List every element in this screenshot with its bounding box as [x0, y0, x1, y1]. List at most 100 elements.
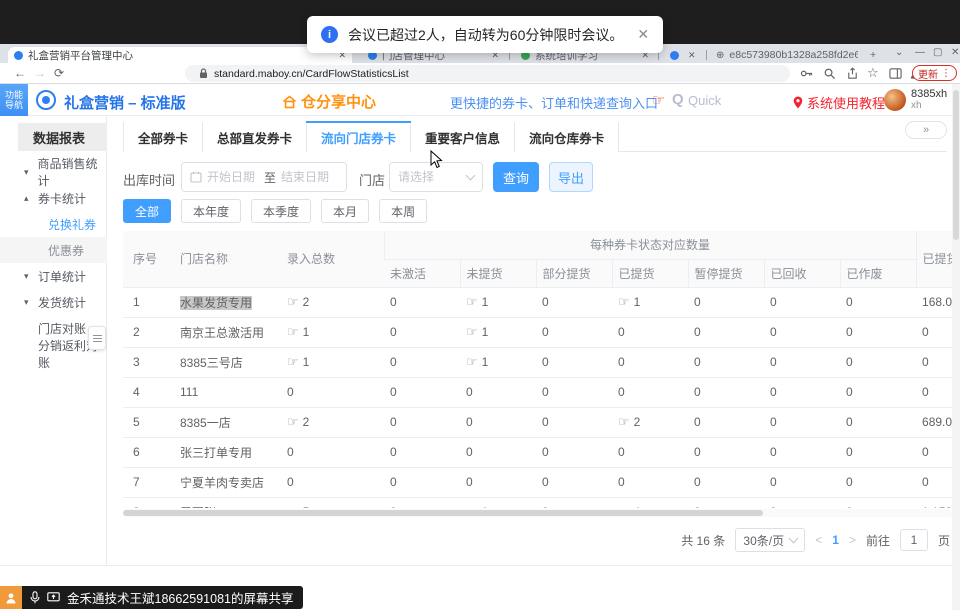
nav-toggle-button[interactable]: 功能 导航 [0, 84, 28, 116]
participant-icon[interactable] [0, 586, 22, 609]
quick-filter-label: 本周 [391, 203, 415, 220]
share-center-link[interactable]: 仓分享中心 [282, 91, 376, 112]
quick-search-icon[interactable]: Q [672, 91, 684, 108]
sidebar-collapse-handle[interactable] [88, 326, 106, 350]
sidebar-item-discount-coupon[interactable]: 优惠券 [0, 237, 107, 263]
screen-share-icon[interactable] [47, 592, 60, 603]
finger-icon[interactable]: ☞ [287, 414, 299, 429]
cell-status: ☞0 [384, 497, 460, 508]
tab-all-cards[interactable]: 全部券卡 [123, 122, 203, 152]
key-icon[interactable] [800, 67, 813, 80]
finger-icon[interactable]: ☞ [287, 294, 299, 309]
browser-update-button[interactable]: 更新 ⋮ [912, 65, 957, 81]
tab-close-icon[interactable]: ✕ [688, 50, 696, 61]
zoom-icon[interactable] [823, 67, 836, 80]
scrollbar-thumb[interactable] [123, 510, 763, 516]
reload-icon[interactable]: ⟳ [54, 66, 64, 80]
share-icon[interactable] [846, 67, 859, 80]
browser-tab[interactable]: ✕ [664, 47, 704, 63]
finger-icon[interactable]: ☞ [466, 324, 478, 339]
export-button[interactable]: 导出 [549, 162, 593, 192]
table-horizontal-scrollbar[interactable] [123, 509, 952, 517]
tab-warehouse-flow-cards[interactable]: 流向仓库券卡 [515, 122, 619, 152]
finger-icon[interactable]: ☞ [466, 504, 478, 508]
cell-status: ☞0 [688, 407, 764, 437]
sidebar-item-shipping-stats[interactable]: ▾ 发货统计 [0, 289, 107, 315]
end-date-input[interactable] [281, 170, 333, 184]
cell-total: ☞0 [281, 377, 384, 407]
chevron-down-icon: ▾ [24, 271, 38, 282]
cell-value: 0 [466, 445, 473, 459]
finger-icon[interactable]: ☞ [287, 504, 299, 508]
quick-search-label[interactable]: Quick [688, 93, 721, 108]
finger-icon[interactable]: ☞ [287, 354, 299, 369]
tutorial-label: 系统使用教程 [807, 93, 885, 112]
back-icon[interactable]: ← [14, 66, 26, 80]
tab-store-flow-cards[interactable]: 流向门店券卡 [307, 122, 411, 152]
cell-value: 0 [466, 415, 473, 429]
forward-icon[interactable]: → [34, 66, 46, 80]
window-maximize-button[interactable]: ▢ [933, 47, 942, 58]
window-minimize-button[interactable]: — [915, 47, 925, 58]
side-panel-icon[interactable] [889, 67, 902, 80]
microphone-icon[interactable] [30, 591, 40, 604]
finger-icon[interactable]: ☞ [466, 294, 478, 309]
next-page-button[interactable]: > [849, 533, 856, 547]
search-button[interactable]: 查询 [493, 162, 539, 192]
panel-collapse-button[interactable]: » [905, 121, 947, 139]
cell-value: 0 [287, 385, 294, 399]
finger-icon[interactable]: ☞ [618, 504, 630, 508]
plus-icon: + [870, 49, 876, 61]
prev-page-button[interactable]: < [815, 533, 822, 547]
quick-filter-all[interactable]: 全部 [123, 199, 171, 223]
user-avatar[interactable] [884, 89, 906, 111]
date-range-picker[interactable]: 至 [181, 162, 347, 192]
cell-status: ☞0 [384, 287, 460, 317]
browser-tab[interactable]: ⊕ e8c573980b1328a258fd2e6f8 ✕ [710, 47, 858, 63]
meeting-toast: i 会议已超过2人，自动转为60分钟限时会议。 ✕ [307, 16, 663, 53]
quick-entry-text[interactable]: 更快捷的券卡、订单和快递查询入口 [450, 93, 658, 112]
bookmark-star-icon[interactable]: ☆ [867, 65, 880, 78]
sidebar-item-product-sales[interactable]: ▾ 商品销售统计 [0, 159, 107, 185]
finger-icon[interactable]: ☞ [287, 324, 299, 339]
scrollbar-thumb[interactable] [953, 90, 959, 240]
page-size-select[interactable]: 30条/页 [735, 528, 805, 552]
url-bar[interactable]: standard.maboy.cn/CardFlowStatisticsList [185, 65, 790, 82]
browser-tab-active[interactable]: 礼盒营销平台管理中心 ✕ [8, 47, 352, 63]
finger-icon[interactable]: ☞ [466, 354, 478, 369]
page-vertical-scrollbar[interactable] [952, 84, 960, 610]
cell-status: ☞0 [612, 347, 688, 377]
finger-icon[interactable]: ☞ [618, 414, 630, 429]
quick-filter-quarter[interactable]: 本季度 [251, 199, 311, 223]
new-tab-button[interactable]: + [864, 47, 882, 63]
tutorial-link[interactable]: 系统使用教程 [793, 93, 885, 112]
cell-value: 1 [482, 355, 489, 369]
quick-filter-week[interactable]: 本周 [379, 199, 427, 223]
goto-page-input[interactable] [900, 529, 928, 551]
sidebar-item-card-stats[interactable]: ▴ 券卡统计 [0, 185, 107, 211]
tab-key-customers[interactable]: 重要客户信息 [411, 122, 515, 152]
page-number[interactable]: 1 [832, 533, 839, 547]
finger-icon[interactable]: ☞ [618, 294, 630, 309]
store-select-input[interactable] [398, 170, 454, 184]
quick-filter-label: 本年度 [193, 203, 229, 220]
cell-status: ☞0 [764, 377, 840, 407]
tab-hq-direct-cards[interactable]: 总部直发券卡 [203, 122, 307, 152]
tab-search-icon[interactable]: ⌄ [895, 47, 903, 58]
start-date-input[interactable] [207, 170, 259, 184]
cell-total: ☞0 [281, 467, 384, 497]
user-name-sub: xh [911, 100, 947, 111]
toast-close-icon[interactable]: ✕ [637, 26, 649, 43]
cell-total: ☞2 [281, 287, 384, 317]
quick-filter-year[interactable]: 本年度 [181, 199, 241, 223]
cell-status: ☞0 [536, 377, 612, 407]
screen-share-bar: 金禾通技术王斌18662591081的屏幕共享 [0, 586, 303, 609]
sidebar-item-order-stats[interactable]: ▾ 订单统计 [0, 263, 107, 289]
window-close-button[interactable]: ✕ [951, 47, 959, 58]
quick-filter-month[interactable]: 本月 [321, 199, 369, 223]
sidebar-item-exchange-coupon[interactable]: 兑换礼券 [0, 211, 107, 237]
menu-dots-icon[interactable]: ⋮ [941, 68, 951, 79]
cell-value: 0 [542, 415, 549, 429]
cell-value: 0 [846, 385, 853, 399]
tab-favicon [670, 51, 679, 60]
